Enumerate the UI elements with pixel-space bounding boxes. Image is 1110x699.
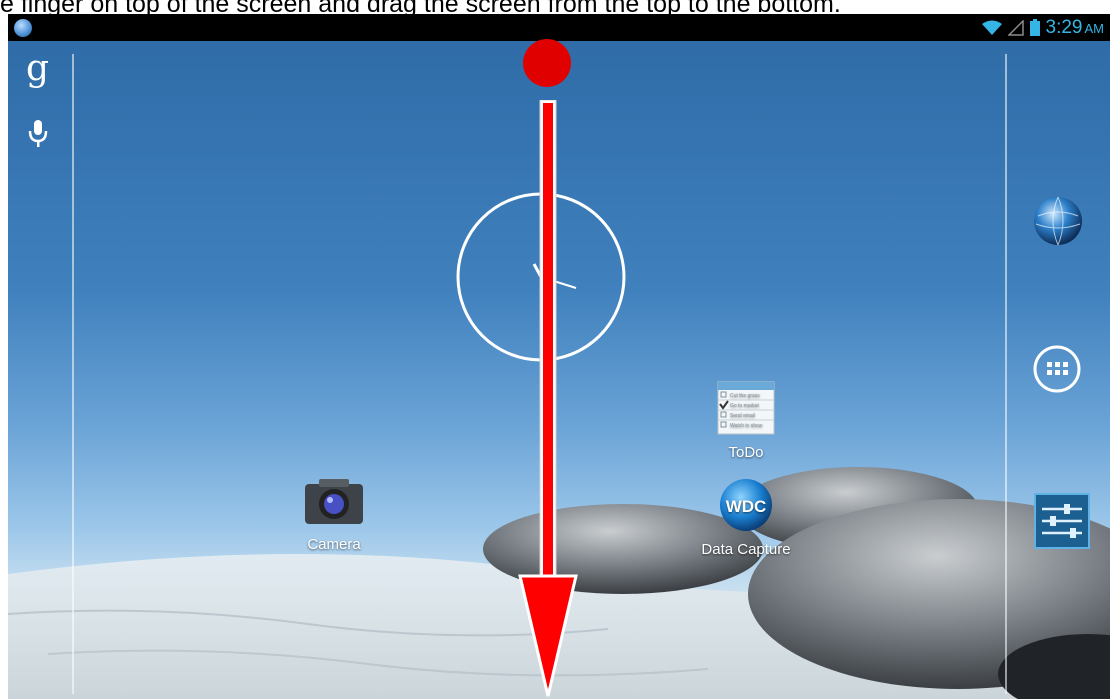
app-label: Camera	[307, 536, 361, 553]
wifi-icon	[981, 20, 1002, 35]
drag-down-arrow	[518, 100, 578, 697]
app-label: Data Capture	[701, 541, 791, 558]
camera-icon	[305, 479, 363, 524]
battery-icon	[1029, 19, 1040, 36]
settings-sliders-icon[interactable]	[1034, 493, 1090, 549]
wdc-icon: WDC	[720, 479, 772, 531]
todo-icon: Cut the grass Go to market Send email Wa…	[717, 381, 775, 435]
app-label: ToDo	[728, 444, 764, 461]
signal-icon	[1007, 19, 1024, 36]
todo-line: Watch tv show	[730, 423, 763, 429]
todo-line: Send email	[730, 413, 755, 419]
wdc-icon-text: WDC	[726, 497, 767, 516]
app-todo[interactable]: Cut the grass Go to market Send email Wa…	[696, 380, 796, 461]
google-search-icon[interactable]: g	[26, 51, 49, 87]
status-bar[interactable]: 3:29 AM	[8, 14, 1110, 41]
notification-app-icon	[14, 19, 32, 37]
tablet-screen: 3:29 AM g Cut the grass Go to market Sen…	[8, 14, 1110, 699]
app-data-capture[interactable]: WDC Data Capture	[691, 477, 801, 558]
browser-globe-icon[interactable]	[1033, 192, 1083, 250]
microphone-icon[interactable]	[27, 118, 49, 150]
touch-point-indicator	[523, 39, 571, 87]
status-ampm: AM	[1084, 20, 1105, 36]
app-camera[interactable]: Camera	[284, 478, 384, 553]
todo-line: Go to market	[730, 403, 760, 409]
left-divider	[72, 54, 74, 694]
right-divider	[1005, 54, 1007, 694]
all-apps-icon[interactable]	[1032, 344, 1082, 394]
todo-line: Cut the grass	[730, 393, 760, 399]
status-time: 3:29 AM	[1045, 16, 1105, 38]
